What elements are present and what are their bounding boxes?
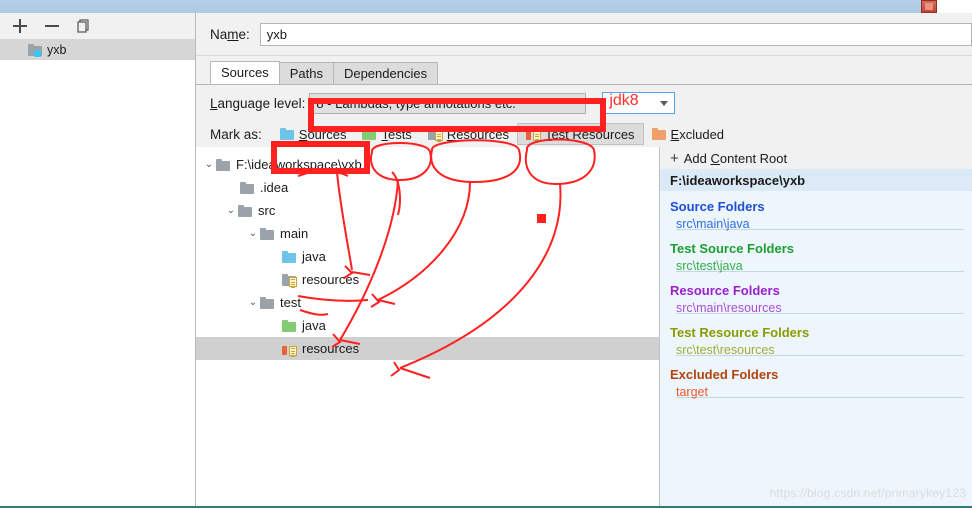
language-level-value: 8 - Lambdas, type annotations etc. [316,95,516,111]
modules-toolbar [0,13,195,40]
name-row: Name: yxb [196,13,972,56]
group-excluded-folders: Excluded Folders target [660,366,972,401]
group-title: Test Resource Folders [670,325,810,340]
tree-row-test-resources[interactable]: resources [196,337,659,360]
folder-blue-icon [282,250,296,263]
folder-gray-icon [216,158,230,171]
group-title: Resource Folders [670,283,780,298]
window-close-button[interactable] [921,0,937,13]
folder-green-icon [362,128,377,140]
mark-as-row: Mark as: Sources Tests Resources Test Re… [196,121,972,148]
mark-as-test-resources-button[interactable]: Test Resources [516,123,644,145]
content-root-detail: + Add Content Root F:\ideaworkspace\yxb … [660,147,972,506]
name-input-value: yxb [266,26,288,42]
tree-row-src[interactable]: ⌄ src [196,199,659,222]
jdk-annotation-label: jdk8 [609,92,639,109]
group-title: Test Source Folders [670,241,795,256]
tree-row-label: main [280,226,309,241]
mark-as-sources-button[interactable]: Sources [272,123,355,145]
folder-test-resources-icon [525,128,541,142]
tree-row-label: resources [302,272,360,287]
mark-as-test-resources-label: Test Resources [544,126,635,142]
add-content-root-button[interactable]: + Add Content Root [660,147,972,169]
folder-orange-icon [651,128,666,140]
mark-as-resources-button[interactable]: Resources [420,123,517,145]
modules-list: yxb [0,40,195,60]
window-titlebar [0,0,937,13]
folder-resources-icon [427,128,443,142]
language-level-label: Language level: [210,95,306,111]
tree-row-test[interactable]: ⌄ test [196,291,659,314]
plus-icon: + [670,149,679,167]
chevron-down-icon [660,100,669,106]
idea-project-structure-window: yxb Name: yxb Sources Paths Dependencies… [0,0,972,508]
mark-as-excluded-button[interactable]: Excluded [644,123,732,145]
group-title: Excluded Folders [670,367,779,382]
content-root-path[interactable]: F:\ideaworkspace\yxb [660,169,972,191]
name-label: Name: [210,26,250,42]
folder-test-resources-icon [282,343,297,357]
folder-gray-icon [238,204,252,217]
tree-row-label: java [302,318,326,333]
chevron-down-icon[interactable]: ⌄ [224,205,238,216]
folder-green-icon [282,319,296,332]
folder-gray-icon [260,227,274,240]
tree-row-idea[interactable]: .idea [196,176,659,199]
tree-row-content-root[interactable]: ⌄ F:\ideaworkspace\yxb [196,153,659,176]
mark-as-label: Mark as: [210,126,262,142]
folder-resources-icon [282,273,297,288]
tree-row-test-java[interactable]: java [196,314,659,337]
tree-row-label: resources [302,341,360,356]
name-input[interactable]: yxb [259,22,972,46]
tree-row-main-java[interactable]: java [196,245,659,268]
group-resource-folders: Resource Folders src\main\resources [660,282,972,317]
group-test-resource-folders: Test Resource Folders src\test\resources [660,324,972,359]
chevron-down-icon[interactable]: ⌄ [246,228,260,239]
group-item[interactable]: target [660,383,972,401]
tree-row-label: test [280,295,301,310]
mark-as-resources-label: Resources [446,126,509,142]
module-editor-panel: Name: yxb Sources Paths Dependencies Lan… [196,13,972,506]
group-item[interactable]: src\main\java [660,215,972,233]
language-level-combobox[interactable]: 8 - Lambdas, type annotations etc. [309,92,587,114]
group-item[interactable]: src\test\resources [660,341,972,359]
module-item-label: yxb [47,43,67,57]
group-item[interactable]: src\test\java [660,257,972,275]
modules-left-panel: yxb [0,13,196,506]
tree-row-label: .idea [260,180,289,195]
folder-gray-icon [260,296,274,309]
mark-as-excluded-label: Excluded [670,126,725,142]
chevron-down-icon[interactable]: ⌄ [246,297,260,308]
group-source-folders: Source Folders src\main\java [660,198,972,233]
copy-module-icon[interactable] [76,18,92,34]
remove-module-icon[interactable] [44,18,60,34]
tab-paths[interactable]: Paths [278,62,334,84]
module-item-yxb[interactable]: yxb [0,40,195,60]
content-split: ⌄ F:\ideaworkspace\yxb .idea ⌄ src ⌄ mai… [196,147,972,506]
group-title: Source Folders [670,199,765,214]
chevron-down-icon[interactable]: ⌄ [202,159,216,170]
add-module-icon[interactable] [12,18,28,34]
content-root-tree: ⌄ F:\ideaworkspace\yxb .idea ⌄ src ⌄ mai… [196,147,660,506]
jdk-combobox[interactable]: jdk8 [602,92,676,114]
language-level-row: Language level: 8 - Lambdas, type annota… [196,85,972,121]
mark-as-sources-label: Sources [298,126,347,142]
folder-gray-icon [240,181,254,194]
folder-blue-icon [279,128,294,140]
mark-as-tests-button[interactable]: Tests [354,123,419,145]
module-folder-icon [28,44,42,57]
group-item[interactable]: src\main\resources [660,299,972,317]
tree-row-label: src [258,203,276,218]
tree-row-main-resources[interactable]: resources [196,268,659,291]
tab-sources[interactable]: Sources [210,61,280,84]
watermark: https://blog.csdn.net/primarykey123 [769,486,966,500]
group-test-source-folders: Test Source Folders src\test\java [660,240,972,275]
tab-dependencies[interactable]: Dependencies [332,62,439,84]
tree-row-label: F:\ideaworkspace\yxb [236,157,362,172]
tree-row-main[interactable]: ⌄ main [196,222,659,245]
add-content-root-label: Add Content Root [683,150,788,166]
tree-row-label: java [302,249,326,264]
editor-tabs: Sources Paths Dependencies [196,56,972,84]
mark-as-tests-label: Tests [381,126,412,142]
